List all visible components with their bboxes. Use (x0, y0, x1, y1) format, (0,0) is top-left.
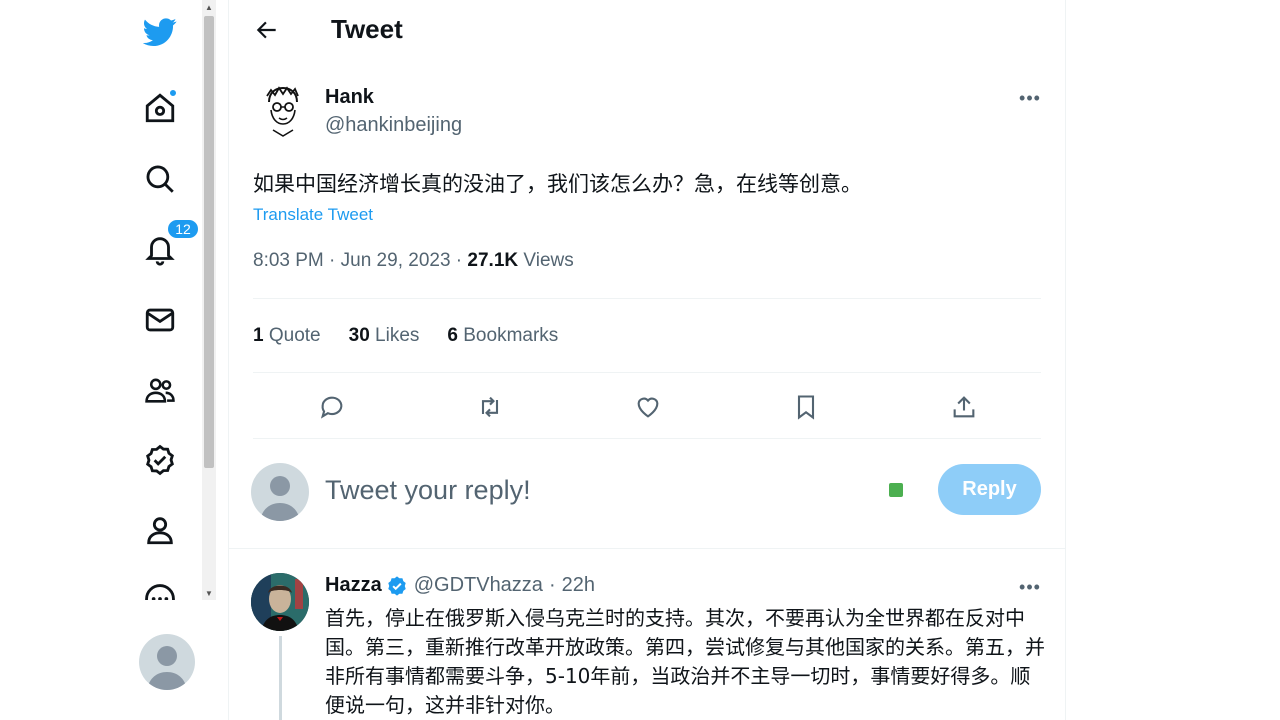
sketch-avatar-icon (266, 86, 299, 137)
account-avatar[interactable] (139, 634, 195, 690)
sidebar-nav: 12 (118, 0, 202, 720)
sidebar-scrollbar[interactable]: ▲ ▼ (202, 0, 216, 600)
reply-input[interactable] (325, 470, 865, 510)
nav-more[interactable] (136, 576, 184, 600)
page-header: Tweet (229, 0, 1065, 62)
verified-icon (387, 575, 406, 596)
search-icon (146, 165, 174, 193)
composer-avatar (251, 463, 309, 521)
nav-messages[interactable] (136, 296, 184, 344)
back-button[interactable] (249, 12, 285, 48)
likes-stat[interactable]: 30 Likes (349, 325, 420, 347)
quotes-stat[interactable]: 1 Quote (253, 325, 321, 347)
scroll-up-arrow-icon[interactable]: ▲ (202, 0, 216, 14)
tweet-timestamp[interactable]: 8:03 PM · Jun 29, 2023 · (253, 250, 467, 271)
bookmarks-stat[interactable]: 6 Bookmarks (447, 325, 558, 347)
reply-header: Hazza @GDTVhazza · 22h (325, 574, 595, 597)
nav-explore[interactable] (136, 155, 184, 203)
translate-tweet-link[interactable]: Translate Tweet (253, 205, 373, 225)
divider (253, 372, 1041, 373)
twitter-app: 12 ▲ ▼ Tweet Hank @hankinbeijing ••• 如果中… (0, 0, 1280, 720)
views-label: Views (518, 250, 574, 271)
nav-home[interactable] (136, 84, 184, 132)
separator-dot: · (548, 574, 556, 596)
verified-badge-icon (146, 444, 174, 476)
tweet-text: 如果中国经济增长真的没油了，我们该怎么办？急，在线等创意。 (253, 172, 862, 196)
reply-action-button[interactable] (311, 386, 353, 428)
tweet-stats: 1 Quote 30 Likes 6 Bookmarks (253, 325, 586, 347)
reply-author-name[interactable]: Hazza (325, 574, 382, 597)
scrollbar-thumb[interactable] (204, 16, 214, 468)
tweet-actions (253, 386, 1041, 428)
tweet-meta: 8:03 PM · Jun 29, 2023 · 27.1K Views (253, 250, 574, 272)
like-button[interactable] (627, 386, 669, 428)
heart-icon (637, 397, 659, 418)
arrow-left-icon (256, 21, 276, 39)
divider (253, 298, 1041, 299)
notifications-badge: 12 (166, 218, 200, 240)
retweet-button[interactable] (469, 386, 511, 428)
author-name[interactable]: Hank (325, 86, 374, 109)
share-button[interactable] (943, 386, 985, 428)
page-title: Tweet (331, 14, 403, 44)
nav-profile[interactable] (136, 506, 184, 554)
nav-notifications[interactable]: 12 (136, 218, 200, 274)
author-handle[interactable]: @hankinbeijing (325, 114, 462, 137)
reply-button[interactable]: Reply (938, 464, 1041, 515)
default-avatar-icon (260, 476, 300, 521)
reply-time[interactable]: 22h (562, 574, 595, 597)
retweet-icon (481, 396, 499, 418)
main-column: Tweet Hank @hankinbeijing ••• 如果中国经济增长真的… (228, 0, 1066, 720)
portrait-avatar-icon (251, 573, 309, 631)
tweet-more-button[interactable]: ••• (1015, 86, 1045, 110)
mail-icon (145, 308, 175, 332)
bookmark-icon (797, 395, 815, 420)
author-avatar[interactable] (253, 80, 313, 140)
scroll-down-arrow-icon[interactable]: ▼ (202, 586, 216, 600)
reply-text: 首先，停止在俄罗斯入侵乌克兰时的支持。其次，不要再认为全世界都在反对中国。第三，… (325, 606, 1045, 717)
nav-communities[interactable] (136, 366, 184, 414)
share-icon (953, 396, 975, 418)
people-icon (145, 378, 175, 403)
more-dots-icon: ••• (1019, 87, 1041, 108)
reply-author-handle[interactable]: @GDTVhazza (414, 574, 543, 597)
reply-author-avatar[interactable] (251, 573, 309, 631)
reply-more-button[interactable]: ••• (1015, 575, 1045, 599)
status-indicator (889, 483, 903, 497)
home-notification-dot (168, 88, 178, 98)
bookmark-button[interactable] (785, 386, 827, 428)
nav-verified[interactable] (136, 436, 184, 484)
twitter-logo-icon[interactable] (136, 8, 184, 56)
views-count: 27.1K (467, 250, 519, 271)
thread-line (279, 636, 282, 720)
person-icon (147, 517, 173, 545)
section-divider (229, 548, 1065, 549)
comment-icon (320, 396, 343, 419)
more-dots-icon: ••• (1019, 576, 1041, 597)
divider (253, 438, 1041, 439)
default-avatar-icon (147, 646, 187, 690)
more-circle-icon (145, 584, 175, 600)
